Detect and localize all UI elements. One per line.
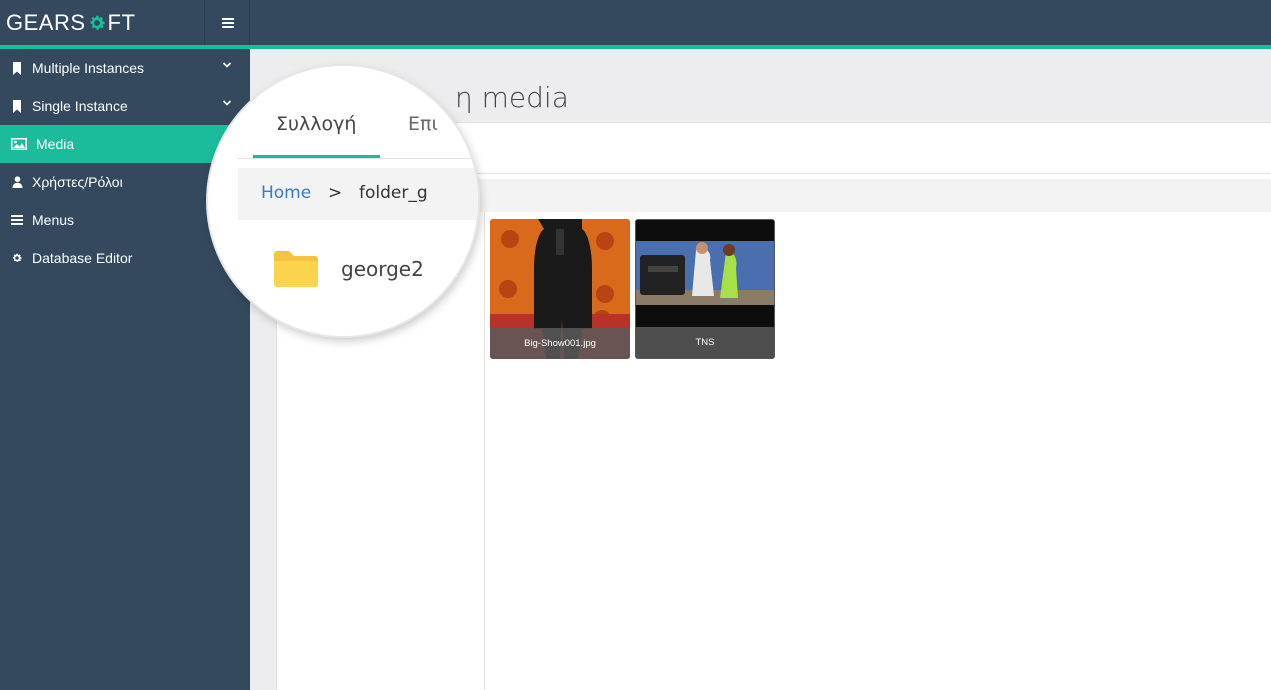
tab-second[interactable]: Επι (408, 113, 438, 135)
sidebar-item-label: Media (36, 136, 75, 152)
user-icon (10, 175, 24, 189)
logo-text-right: FT (107, 9, 136, 35)
media-caption: Big-Show001.jpg (490, 328, 630, 359)
media-tile-tns[interactable]: TNS (635, 219, 775, 359)
media-caption: TNS (636, 327, 774, 358)
tabs-divider (238, 158, 478, 159)
top-navbar: GEARS FT (0, 0, 1271, 45)
list-icon (10, 213, 24, 227)
media-tile-big-show[interactable]: Big-Show001.jpg (490, 219, 630, 359)
hamburger-icon (221, 17, 234, 28)
sidebar-item-label: Multiple Instances (32, 60, 145, 76)
breadcrumb-current: folder_g (359, 183, 428, 203)
logo-gear-icon (90, 15, 105, 30)
folder-item-label[interactable]: george2 (341, 257, 424, 281)
breadcrumb-separator: > (328, 183, 343, 203)
image-icon (10, 137, 27, 151)
sidebar-item-label: Database Editor (32, 250, 133, 266)
bookmark-icon (10, 61, 24, 75)
breadcrumb-home-link[interactable]: Home (261, 183, 311, 203)
folder-icon[interactable] (272, 248, 320, 288)
menu-toggle-button[interactable] (206, 0, 250, 45)
gear-icon (10, 251, 24, 265)
sidebar-item-label: Χρήστες/Ρόλοι (32, 174, 123, 190)
bookmark-icon (10, 99, 24, 113)
sidebar-item-label: Menus (32, 212, 75, 228)
logo-text-left: GEARS (6, 9, 86, 35)
app-logo[interactable]: GEARS FT (0, 0, 205, 45)
sidebar-item-label: Single Instance (32, 98, 128, 114)
magnifier-callout: Συλλογή Επι Home > folder_g george2 (208, 66, 478, 336)
tab-collection[interactable]: Συλλογή (276, 113, 356, 135)
